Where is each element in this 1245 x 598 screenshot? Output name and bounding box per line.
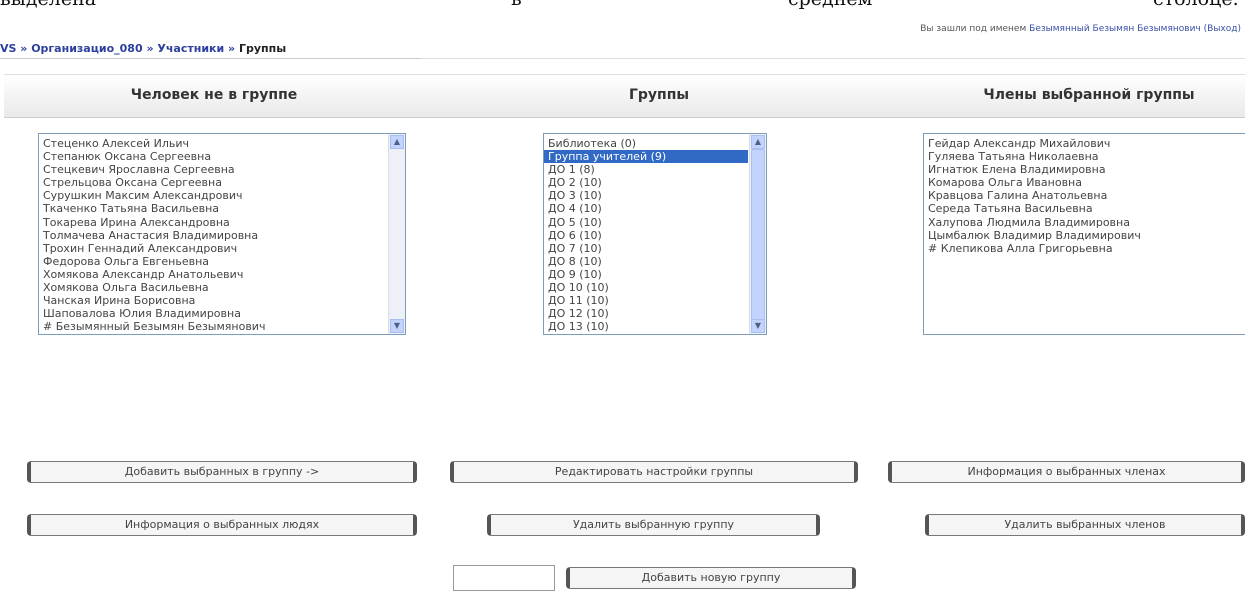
- scroll-down-icon[interactable]: ▼: [751, 319, 765, 333]
- scroll-up-icon[interactable]: ▲: [751, 135, 765, 149]
- members-listbox[interactable]: Гейдар Александр Михайлович Гуляева Татья…: [923, 133, 1245, 335]
- breadcrumb-participants-link[interactable]: Участники: [157, 42, 224, 55]
- column-header-bar: Человек не в группе Группы Члены выбранн…: [4, 74, 1245, 118]
- person-option[interactable]: Ткаченко Татьяна Васильевна: [39, 202, 387, 215]
- edit-group-settings-button[interactable]: Редактировать настройки группы: [450, 461, 858, 483]
- person-option[interactable]: Шаповалова Юлия Владимировна: [39, 307, 387, 320]
- member-option[interactable]: Игнатюк Елена Владимировна: [924, 163, 1245, 176]
- scroll-up-icon[interactable]: ▲: [390, 135, 404, 149]
- new-group-name-input[interactable]: [453, 565, 555, 591]
- members-heading: Члены выбранной группы: [983, 87, 1195, 103]
- person-option[interactable]: Стецкевич Ярославна Сергеевна: [39, 163, 387, 176]
- person-option[interactable]: # Безымянный Безымян Безымянович: [39, 320, 387, 333]
- group-option[interactable]: ДО 6 (10): [544, 229, 748, 242]
- group-option[interactable]: ДО 2 (10): [544, 176, 748, 189]
- delete-group-button[interactable]: Удалить выбранную группу: [487, 514, 820, 536]
- user-profile-link[interactable]: Безымянный Безымян Безымянович: [1029, 24, 1201, 34]
- group-option[interactable]: ДО 13 (10): [544, 320, 748, 333]
- group-option[interactable]: ДО 3 (10): [544, 189, 748, 202]
- person-option[interactable]: Трохин Геннадий Александрович: [39, 242, 387, 255]
- breadcrumb-separator: »: [224, 42, 239, 55]
- member-option[interactable]: Комарова Ольга Ивановна: [924, 176, 1245, 189]
- member-option[interactable]: Гуляева Татьяна Николаевна: [924, 150, 1245, 163]
- breadcrumb-separator: »: [142, 42, 158, 55]
- group-option[interactable]: Группа учителей (9): [544, 150, 748, 164]
- breadcrumb-org-link[interactable]: Организацио_080: [31, 42, 142, 55]
- person-option[interactable]: Стрельцова Оксана Сергеевна: [39, 176, 387, 189]
- not-in-group-items: Стеценко Алексей Ильич Степанюк Оксана Се…: [39, 137, 387, 333]
- member-option[interactable]: Цымбалюк Владимир Владимирович: [924, 229, 1245, 242]
- groups-listbox[interactable]: Библиотека (0) Группа учителей (9) ДО 1 (8…: [543, 133, 767, 335]
- doc-word: в: [511, 0, 522, 10]
- groups-items: Библиотека (0) Группа учителей (9) ДО 1 (8…: [544, 137, 748, 333]
- person-option[interactable]: Федорова Ольга Евгеньевна: [39, 255, 387, 268]
- selected-members-info-button[interactable]: Информация о выбранных членах: [888, 461, 1245, 483]
- group-option[interactable]: ДО 12 (10): [544, 307, 748, 320]
- doc-word: столбце.: [1153, 0, 1239, 10]
- member-option[interactable]: # Клепикова Алла Григорьевна: [924, 242, 1245, 255]
- breadcrumb: VS » Организацио_080 » Участники » Групп…: [0, 40, 420, 59]
- members-items: Гейдар Александр Михайлович Гуляева Татья…: [924, 137, 1245, 255]
- member-option[interactable]: Халупова Людмила Владимировна: [924, 216, 1245, 229]
- vertical-scrollbar[interactable]: ▲ ▼: [388, 134, 405, 334]
- member-option[interactable]: Гейдар Александр Михайлович: [924, 137, 1245, 150]
- logout-link[interactable]: (Выход): [1204, 24, 1241, 34]
- member-option[interactable]: Середа Татьяна Васильевна: [924, 202, 1245, 215]
- group-option[interactable]: ДО 10 (10): [544, 281, 748, 294]
- add-new-group-button[interactable]: Добавить новую группу: [566, 567, 856, 589]
- person-option[interactable]: Чанская Ирина Борисовна: [39, 294, 387, 307]
- person-option[interactable]: Хомякова Ольга Васильевна: [39, 281, 387, 294]
- group-option[interactable]: Библиотека (0): [544, 137, 748, 150]
- person-option[interactable]: Хомякова Александр Анатольевич: [39, 268, 387, 281]
- doc-word: выделена: [0, 0, 96, 10]
- group-option[interactable]: ДО 8 (10): [544, 255, 748, 268]
- group-option[interactable]: ДО 1 (8): [544, 163, 748, 176]
- vertical-scrollbar[interactable]: ▲ ▼: [749, 134, 766, 334]
- member-option[interactable]: Кравцова Галина Анатольевна: [924, 189, 1245, 202]
- breadcrumb-current: Группы: [238, 42, 287, 55]
- group-option[interactable]: ДО 5 (10): [544, 216, 748, 229]
- group-option[interactable]: ДО 11 (10): [544, 294, 748, 307]
- not-in-group-heading: Человек не в группе: [130, 87, 298, 103]
- delete-selected-members-button[interactable]: Удалить выбранных членов: [925, 514, 1245, 536]
- groups-heading: Группы: [628, 87, 690, 103]
- breadcrumb-divider: [420, 58, 1245, 59]
- breadcrumb-root-link[interactable]: VS: [0, 42, 16, 55]
- login-info: Вы зашли под именем Безымянный Безымян Б…: [920, 24, 1241, 34]
- person-option[interactable]: Толмачева Анастасия Владимировна: [39, 229, 387, 242]
- doc-word: среднем: [788, 0, 872, 10]
- selected-people-info-button[interactable]: Информация о выбранных людях: [27, 514, 417, 536]
- not-in-group-listbox[interactable]: Стеценко Алексей Ильич Степанюк Оксана Се…: [38, 133, 406, 335]
- person-option[interactable]: Сурушкин Максим Александрович: [39, 189, 387, 202]
- group-option[interactable]: ДО 9 (10): [544, 268, 748, 281]
- person-option[interactable]: Стеценко Алексей Ильич: [39, 137, 387, 150]
- scroll-thumb[interactable]: [751, 149, 765, 329]
- login-prefix: Вы зашли под именем: [920, 24, 1027, 34]
- person-option[interactable]: Степанюк Оксана Сергеевна: [39, 150, 387, 163]
- breadcrumb-separator: »: [16, 42, 32, 55]
- add-selected-to-group-button[interactable]: Добавить выбранных в группу ->: [27, 461, 417, 483]
- group-option[interactable]: ДО 7 (10): [544, 242, 748, 255]
- group-option[interactable]: ДО 4 (10): [544, 202, 748, 215]
- document-text-fragment: выделена в среднем столбце.: [0, 0, 1245, 10]
- scroll-down-icon[interactable]: ▼: [390, 319, 404, 333]
- person-option[interactable]: Токарева Ирина Александровна: [39, 216, 387, 229]
